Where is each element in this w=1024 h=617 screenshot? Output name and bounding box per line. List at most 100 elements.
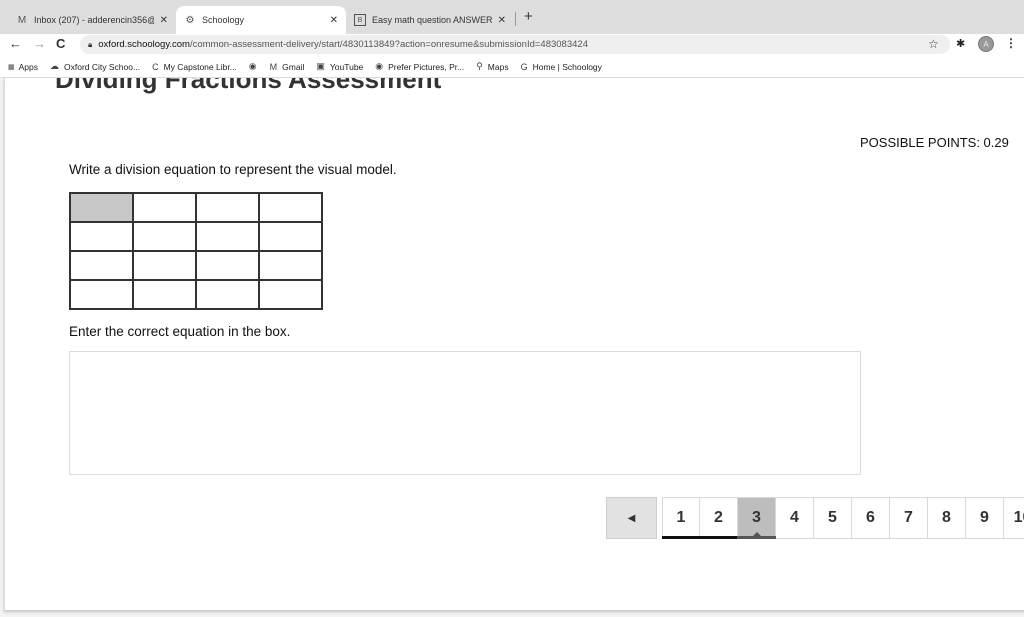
bookmark-maps[interactable]: ⚲ Maps — [476, 61, 508, 72]
question-page-8[interactable]: 8 — [928, 497, 966, 539]
question-page-7[interactable]: 7 — [890, 497, 928, 539]
tab-easy-math-question[interactable]: B Easy math question ANSWER ( ✕ — [346, 6, 514, 34]
bookmark-label: My Capstone Libr... — [163, 61, 237, 72]
globe-icon: ◉ — [248, 61, 257, 71]
grid-row — [69, 279, 323, 310]
forward-arrow-icon[interactable]: → — [33, 36, 46, 51]
new-tab-button[interactable]: + — [524, 8, 533, 25]
grid-cell — [69, 250, 134, 281]
bookmark-star-icon[interactable]: ☆ — [928, 37, 939, 51]
page-number: 6 — [866, 509, 875, 526]
grid-cell — [195, 250, 260, 281]
lock-icon: 🔒︎ — [88, 39, 93, 49]
cloud-icon: ☁ — [50, 61, 59, 71]
page-title: Dividing Fractions Assessment — [55, 78, 442, 94]
grid-row — [69, 192, 323, 223]
question-page-2[interactable]: 2 — [699, 497, 738, 539]
bookmark-home-schoology[interactable]: G Home | Schoology — [521, 62, 602, 72]
close-icon[interactable]: ✕ — [330, 15, 338, 26]
bookmark-my-capstone-library[interactable]: C My Capstone Libr... — [152, 62, 237, 72]
possible-points: POSSIBLE POINTS: 0.29 — [860, 135, 1009, 150]
grid-cell — [258, 279, 323, 310]
caret-left-icon: ◀ — [627, 512, 636, 524]
page-number: 10 — [1013, 509, 1024, 526]
back-arrow-icon[interactable]: ← — [9, 36, 22, 51]
grid-row — [69, 221, 323, 252]
visual-model-grid — [69, 192, 323, 310]
google-icon: G — [520, 61, 528, 72]
question-page-3[interactable]: 3 — [737, 497, 776, 539]
bookmark-youtube[interactable]: ▣ YouTube — [316, 61, 363, 72]
question-page-10[interactable]: 10 — [1004, 497, 1024, 539]
grid-cell — [195, 221, 260, 252]
grid-row — [69, 250, 323, 281]
bookmark-prefer-pictures[interactable]: ◉ Prefer Pictures, Pr... — [375, 61, 464, 72]
bookmarks-bar: ▦ Apps ☁ Oxford City Schoo... C My Capst… — [0, 56, 1024, 78]
bookmark-label: YouTube — [329, 61, 364, 72]
bookmark-gmail[interactable]: M Gmail — [270, 62, 305, 72]
url-path: /common-assessment-delivery/start/483011… — [189, 39, 588, 50]
grid-cell — [132, 221, 197, 252]
question-page-5[interactable]: 5 — [814, 497, 852, 539]
schoology-icon: ⚙ — [185, 14, 195, 26]
bookmark-oxford-city-schools[interactable]: ☁ Oxford City Schoo... — [50, 61, 140, 72]
brainly-icon: B — [354, 14, 366, 26]
grid-cell — [132, 192, 197, 223]
bookmark-label: Apps — [18, 61, 38, 72]
question-page-6[interactable]: 6 — [852, 497, 890, 539]
youtube-icon: ▣ — [316, 61, 325, 71]
bookmark-label: Oxford City Schoo... — [64, 61, 141, 72]
tab-label: Schoology — [202, 15, 245, 25]
reload-icon[interactable]: C — [56, 36, 65, 51]
current-indicator-icon — [752, 532, 761, 536]
page-number: 8 — [942, 509, 951, 526]
grid-cell — [69, 221, 134, 252]
more-menu-icon[interactable]: ⋮ — [1005, 36, 1017, 50]
question-page-4[interactable]: 4 — [776, 497, 814, 539]
grid-cell-shaded — [69, 192, 134, 223]
extensions-puzzle-icon[interactable]: ✱ — [956, 37, 965, 50]
capstone-icon: C — [152, 61, 159, 72]
page-number: 1 — [676, 509, 686, 526]
grid-cell — [258, 192, 323, 223]
bookmark-label: Home | Schoology — [532, 61, 602, 72]
tab-strip: M Inbox (207) - adderencin356@ ✕ ⚙ Schoo… — [0, 0, 1024, 34]
page-number: 7 — [904, 509, 913, 526]
grid-cell — [258, 250, 323, 281]
grid-cell — [132, 250, 197, 281]
question-page-1[interactable]: 1 — [662, 497, 700, 539]
maps-pin-icon: ⚲ — [476, 61, 483, 71]
grid-cell — [258, 221, 323, 252]
page-number: 9 — [980, 509, 989, 526]
profile-avatar[interactable]: A — [978, 36, 994, 52]
page-number: 3 — [752, 509, 761, 526]
gmail-icon: M — [17, 14, 27, 26]
grid-cell — [195, 192, 260, 223]
bookmark-globe[interactable]: ◉ — [249, 61, 262, 72]
close-icon[interactable]: ✕ — [498, 15, 506, 26]
tab-label: Easy math question ANSWER ( — [372, 15, 492, 25]
answer-input[interactable] — [69, 351, 861, 475]
close-icon[interactable]: ✕ — [160, 15, 168, 26]
tab-label: Inbox (207) - adderencin356@ — [34, 15, 154, 25]
gmail-icon: M — [269, 61, 278, 72]
previous-question-button[interactable]: ◀ — [606, 497, 657, 539]
page-number: 2 — [714, 509, 723, 526]
address-bar[interactable]: 🔒︎ oxford.schoology.com/common-assessmen… — [80, 35, 950, 54]
grid-cell — [69, 279, 134, 310]
page-number: 5 — [828, 509, 837, 526]
assessment-page: Dividing Fractions Assessment POSSIBLE P… — [4, 78, 1024, 610]
bookmark-apps[interactable]: ▦ Apps — [8, 62, 38, 72]
tab-separator — [515, 12, 516, 26]
question-prompt: Write a division equation to represent t… — [69, 162, 397, 177]
answer-instruction: Enter the correct equation in the box. — [69, 324, 291, 339]
question-pagination: ◀ 1 2 3 4 5 6 7 8 9 10 — [606, 497, 1024, 539]
tab-gmail-inbox[interactable]: M Inbox (207) - adderencin356@ ✕ — [8, 6, 176, 34]
page-number: 4 — [790, 509, 799, 526]
apps-grid-icon: ▦ — [8, 63, 15, 71]
bookmark-label: Gmail — [282, 61, 305, 72]
question-page-9[interactable]: 9 — [966, 497, 1004, 539]
globe-icon: ◉ — [375, 61, 384, 71]
tab-schoology[interactable]: ⚙ Schoology ✕ — [176, 6, 346, 34]
browser-toolbar: ← → C 🔒︎ oxford.schoology.com/common-ass… — [0, 34, 1024, 56]
